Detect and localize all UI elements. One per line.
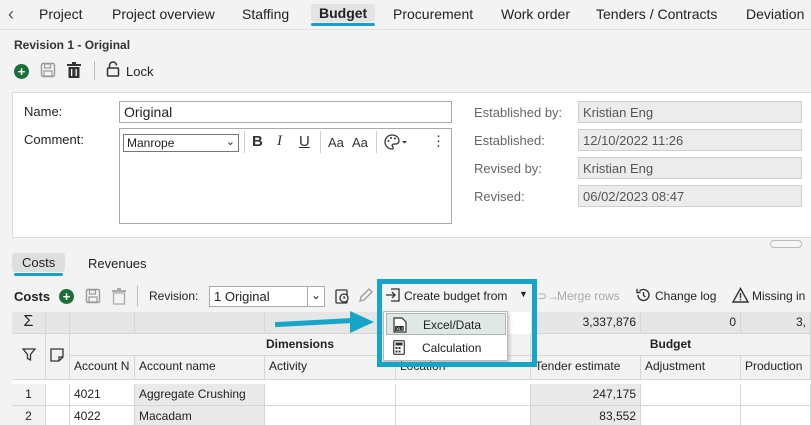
edit-icon[interactable] (358, 287, 374, 306)
column-header-adjustment[interactable]: Adjustment (641, 356, 741, 380)
tab-project-overview[interactable]: Project overview (112, 6, 215, 22)
annotation-highlight-box (377, 279, 537, 367)
splitter-handle[interactable] (770, 240, 802, 248)
save-icon[interactable] (40, 62, 56, 81)
column-header-account-name[interactable]: Account name (135, 356, 265, 380)
account-number-cell[interactable]: 4021 (70, 384, 135, 406)
sum-adjustment: 0 (641, 312, 741, 334)
name-label: Name: (24, 104, 63, 119)
column-header-account-number[interactable]: Account N (70, 356, 135, 380)
established-label: Established: (474, 133, 545, 148)
filter-icon[interactable] (12, 334, 46, 380)
production-cell[interactable] (741, 384, 811, 406)
revised-by-field: Kristian Eng (578, 157, 802, 179)
established-by-label: Established by: (474, 105, 563, 120)
tab-tenders-contracts[interactable]: Tenders / Contracts (596, 6, 717, 22)
delete-icon[interactable] (111, 288, 127, 308)
established-field: 12/10/2022 11:26 (578, 129, 802, 151)
sum-icon[interactable]: Σ (12, 312, 46, 334)
comment-label: Comment: (24, 132, 84, 147)
row-number: 1 (12, 384, 46, 406)
font-select-value: Manrope (127, 136, 175, 150)
merge-rows-button[interactable]: Merge rows (557, 289, 620, 303)
revised-by-label: Revised by: (474, 161, 542, 176)
add-row-icon[interactable]: + (59, 289, 74, 304)
more-vertical-icon[interactable]: · · · (436, 128, 441, 153)
location-cell[interactable] (396, 406, 531, 425)
sum-production: 3, (741, 312, 811, 334)
back-chevron-icon[interactable]: ‹ (8, 5, 24, 23)
underline-icon[interactable]: U (299, 133, 310, 150)
editor-divider (244, 131, 245, 153)
adjustment-cell[interactable] (641, 384, 741, 406)
font-select[interactable]: Manrope ⌄ (123, 134, 239, 152)
revision-title: Revision 1 - Original (14, 38, 131, 52)
name-input[interactable]: Original (119, 101, 452, 123)
chevron-down-icon[interactable]: ⌄ (307, 286, 325, 307)
sum-tender-estimate: 3,337,876 (531, 312, 641, 334)
sum-cell (135, 312, 265, 334)
account-name-cell[interactable]: Aggregate Crushing (135, 384, 265, 406)
bold-icon[interactable]: B (252, 133, 263, 150)
note-icon[interactable] (46, 334, 70, 380)
toolbar-divider (137, 286, 138, 306)
toolbar-divider (94, 61, 95, 80)
tab-project[interactable]: Project (39, 6, 83, 22)
budget-header: Budget (531, 334, 811, 356)
account-number-cell[interactable]: 4022 (70, 406, 135, 425)
revised-label: Revised: (474, 189, 525, 204)
history-icon[interactable] (635, 287, 651, 306)
costs-label: Costs (14, 289, 51, 304)
row-number: 2 (12, 406, 46, 425)
tab-budget[interactable]: Budget (311, 4, 376, 26)
lock-label[interactable]: Lock (126, 64, 153, 79)
sum-cell (70, 312, 135, 334)
font-case-icon[interactable]: Aa (352, 135, 368, 150)
tab-revenues[interactable]: Revenues (88, 256, 147, 271)
add-icon[interactable]: + (14, 64, 29, 79)
missing-in-button[interactable]: Missing in (752, 289, 805, 303)
column-header-production[interactable]: Production (741, 356, 811, 380)
tender-estimate-cell[interactable]: 247,175 (531, 384, 641, 406)
tender-estimate-cell[interactable]: 83,552 (531, 406, 641, 425)
delete-icon[interactable] (66, 62, 82, 82)
established-by-field: Kristian Eng (578, 101, 802, 123)
revision-select[interactable]: 1 Original (209, 286, 309, 307)
lock-icon[interactable] (106, 61, 120, 80)
revised-field: 06/02/2023 08:47 (578, 185, 802, 207)
production-cell[interactable] (741, 406, 811, 425)
account-name-cell[interactable]: Macadam (135, 406, 265, 425)
activity-cell[interactable] (265, 406, 396, 425)
chevron-down-icon: ⌄ (225, 136, 235, 148)
tab-work-order[interactable]: Work order (501, 6, 570, 22)
italic-icon[interactable]: I (277, 133, 282, 150)
sum-cell (46, 312, 70, 334)
tab-procurement[interactable]: Procurement (393, 6, 473, 22)
copy-revision-icon[interactable] (333, 287, 351, 308)
activity-cell[interactable] (265, 384, 396, 406)
change-log-button[interactable]: Change log (655, 289, 716, 303)
location-cell[interactable] (396, 384, 531, 406)
warning-icon[interactable] (731, 287, 750, 306)
font-size-icon[interactable]: Aa (328, 135, 344, 150)
tab-staffing[interactable]: Staffing (242, 6, 289, 22)
merge-icon[interactable]: ⊃→ (537, 289, 559, 303)
adjustment-cell[interactable] (641, 406, 741, 425)
editor-divider (376, 131, 377, 153)
save-icon[interactable] (85, 288, 101, 307)
table-cell (46, 384, 70, 406)
revision-label: Revision: (149, 289, 199, 303)
annotation-arrow-head (350, 311, 374, 333)
editor-divider (320, 131, 321, 153)
column-header-tender-estimate[interactable]: Tender estimate (531, 356, 641, 380)
tab-deviation[interactable]: Deviation (746, 6, 804, 22)
tab-costs[interactable]: Costs (12, 253, 66, 276)
color-palette-icon[interactable] (384, 134, 408, 153)
table-cell (46, 406, 70, 425)
